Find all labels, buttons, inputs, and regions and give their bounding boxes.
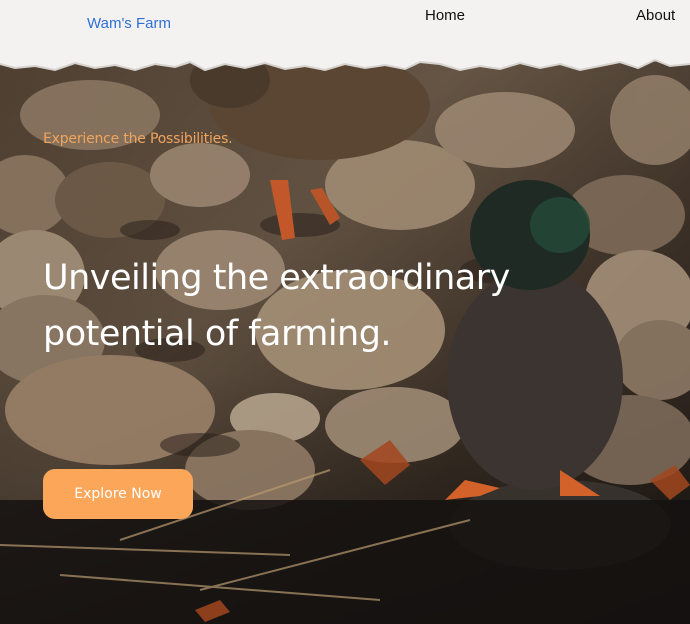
explore-now-button[interactable]: Explore Now	[43, 469, 193, 519]
nav-link-home[interactable]: Home	[425, 7, 465, 24]
hero-headline-line-2: potential of farming.	[43, 314, 392, 354]
top-navbar: Wam's Farm Home About	[0, 0, 690, 72]
hero-headline: Unveiling the extraordinary potential of…	[43, 250, 563, 362]
hero-headline-line-1: Unveiling the extraordinary	[43, 258, 510, 298]
torn-paper-background	[0, 0, 690, 72]
hero-tagline: Experience the Possibilities.	[43, 131, 233, 147]
brand-logo-link[interactable]: Wam's Farm	[87, 15, 171, 32]
nav-link-about[interactable]: About	[636, 7, 675, 24]
